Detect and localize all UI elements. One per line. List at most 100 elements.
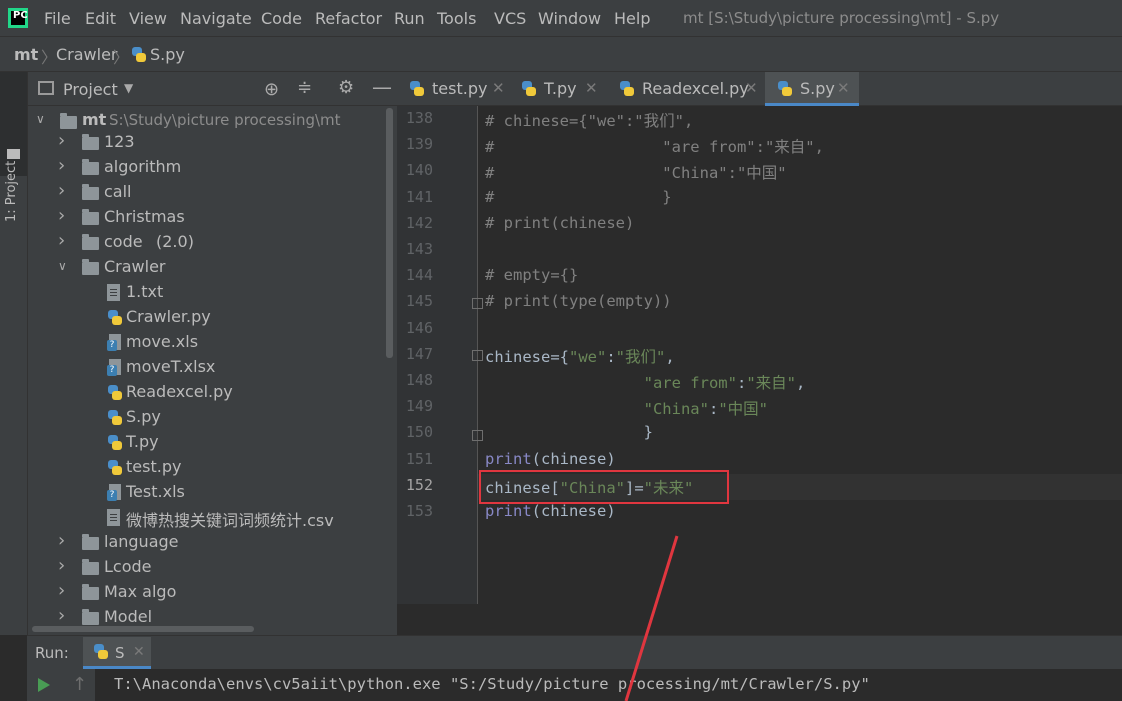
tree-item-label: Readexcel.py: [126, 382, 233, 401]
menu-window[interactable]: Window: [538, 9, 601, 28]
tree-folder-row[interactable]: › 123: [28, 130, 383, 156]
chevron-right-icon: 〉: [41, 48, 58, 67]
tree-item-label: Christmas: [104, 207, 185, 226]
menu-help[interactable]: Help: [614, 9, 650, 28]
close-icon[interactable]: ✕: [745, 79, 758, 97]
line-number: 149: [405, 397, 433, 415]
tree-file-row[interactable]: T.py: [28, 431, 383, 456]
chevron-right-icon[interactable]: ›: [58, 605, 70, 626]
highlight-annotation-box: [479, 470, 729, 504]
python-file-icon: [107, 409, 123, 426]
arrow-up-icon[interactable]: ↑: [72, 674, 87, 695]
chevron-right-icon[interactable]: ›: [58, 530, 70, 551]
code-line[interactable]: # chinese={"we":"我们",: [485, 109, 693, 131]
project-panel-header: Project ▼ ⊕ ≑ ⚙ —: [28, 72, 397, 106]
tab-t-py[interactable]: T.py ✕: [509, 72, 607, 106]
line-number: 148: [405, 371, 433, 389]
tab-s-py[interactable]: S.py ✕: [765, 72, 859, 106]
tree-file-row[interactable]: S.py: [28, 406, 383, 431]
menu-refactor[interactable]: Refactor: [315, 9, 382, 28]
hide-panel-icon[interactable]: —: [372, 75, 392, 99]
tab-test-py[interactable]: test.py ✕: [397, 72, 509, 106]
run-play-icon[interactable]: [38, 678, 50, 692]
tree-folder-row[interactable]: › Lcode: [28, 555, 383, 581]
text-file-icon: [107, 284, 120, 301]
fold-marker-icon[interactable]: [472, 298, 483, 309]
code-line[interactable]: # empty={}: [485, 266, 578, 284]
close-icon[interactable]: ✕: [492, 79, 505, 97]
tree-file-row[interactable]: 微博热搜关键词词频统计.csv: [28, 506, 383, 531]
tab-readexcel-py[interactable]: Readexcel.py ✕: [607, 72, 765, 106]
close-icon[interactable]: ✕: [837, 79, 850, 97]
chevron-right-icon[interactable]: ›: [58, 180, 70, 201]
code-line[interactable]: # "are from":"来自",: [485, 135, 824, 157]
tree-folder-row[interactable]: › Max algo: [28, 580, 383, 606]
menu-tools[interactable]: Tools: [437, 9, 476, 28]
menu-edit[interactable]: Edit: [85, 9, 116, 28]
tree-file-row[interactable]: Crawler.py: [28, 306, 383, 331]
line-number: 146: [405, 319, 433, 337]
tree-folder-row[interactable]: › Christmas: [28, 205, 383, 231]
tree-folder-row[interactable]: › call: [28, 180, 383, 206]
chevron-down-icon[interactable]: ∨: [36, 112, 48, 126]
tree-file-row[interactable]: move.xls: [28, 331, 383, 356]
tree-file-row[interactable]: moveT.xlsx: [28, 356, 383, 381]
tree-item-extra: (2.0): [156, 232, 194, 251]
collapse-all-icon[interactable]: ≑: [297, 77, 312, 98]
code-line[interactable]: chinese={"we":"我们",: [485, 345, 675, 367]
code-line[interactable]: print(chinese): [485, 450, 616, 468]
breadcrumb-project[interactable]: mt: [14, 45, 38, 64]
tree-item-label: test.py: [126, 457, 182, 476]
tree-file-row[interactable]: test.py: [28, 456, 383, 481]
fold-marker-icon[interactable]: [472, 350, 483, 361]
line-number: 145: [405, 292, 433, 310]
code-line[interactable]: print(chinese): [485, 502, 616, 520]
tree-file-row[interactable]: Readexcel.py: [28, 381, 383, 406]
code-line[interactable]: # print(chinese): [485, 214, 634, 232]
menu-navigate[interactable]: Navigate: [180, 9, 252, 28]
tree-folder-row[interactable]: ∨ Crawler: [28, 256, 383, 281]
close-icon[interactable]: ✕: [585, 79, 598, 97]
tree-folder-row[interactable]: › algorithm: [28, 155, 383, 181]
chevron-right-icon[interactable]: ›: [58, 555, 70, 576]
line-number: 150: [405, 423, 433, 441]
tree-item-label: Lcode: [104, 557, 152, 576]
breadcrumb-folder[interactable]: Crawler: [56, 45, 118, 64]
project-scrollbar[interactable]: [386, 108, 393, 358]
chevron-down-icon[interactable]: ∨: [58, 259, 70, 273]
project-tool-tab[interactable]: 1: Project: [0, 72, 27, 222]
project-panel-title[interactable]: Project: [63, 80, 118, 99]
tree-file-row[interactable]: 1.txt: [28, 281, 383, 306]
close-icon[interactable]: ✕: [133, 644, 145, 660]
menu-run[interactable]: Run: [394, 9, 425, 28]
chevron-down-icon[interactable]: ▼: [124, 81, 133, 95]
folder-icon: [82, 259, 99, 275]
breadcrumb-file[interactable]: S.py: [150, 45, 185, 64]
tree-root[interactable]: ∨ mt S:\Study\picture processing\mt: [28, 108, 383, 133]
menu-code[interactable]: Code: [261, 9, 302, 28]
folder-icon: [82, 134, 99, 150]
code-line[interactable]: "China":"中国": [485, 397, 768, 419]
menu-view[interactable]: View: [129, 9, 167, 28]
project-horizontal-scrollbar[interactable]: [32, 626, 254, 632]
menu-vcs[interactable]: VCS: [494, 9, 526, 28]
chevron-right-icon[interactable]: ›: [58, 580, 70, 601]
code-line[interactable]: # print(type(empty)): [485, 292, 672, 310]
chevron-right-icon[interactable]: ›: [58, 130, 70, 151]
code-line[interactable]: }: [485, 423, 653, 441]
python-file-icon: [107, 459, 123, 476]
code-line[interactable]: "are from":"来自",: [485, 371, 806, 393]
fold-marker-icon[interactable]: [472, 430, 483, 441]
chevron-right-icon[interactable]: ›: [58, 230, 70, 251]
chevron-right-icon[interactable]: ›: [58, 155, 70, 176]
tree-file-row[interactable]: Test.xls: [28, 481, 383, 506]
gear-icon[interactable]: ⚙: [338, 77, 354, 98]
locate-icon[interactable]: ⊕: [264, 79, 279, 100]
tree-folder-row[interactable]: › code (2.0): [28, 230, 383, 256]
chevron-right-icon[interactable]: ›: [58, 205, 70, 226]
folder-icon: [82, 559, 99, 575]
code-line[interactable]: # }: [485, 188, 672, 206]
tree-folder-row[interactable]: › language: [28, 530, 383, 556]
code-line[interactable]: # "China":"中国": [485, 161, 787, 183]
menu-file[interactable]: File: [44, 9, 71, 28]
